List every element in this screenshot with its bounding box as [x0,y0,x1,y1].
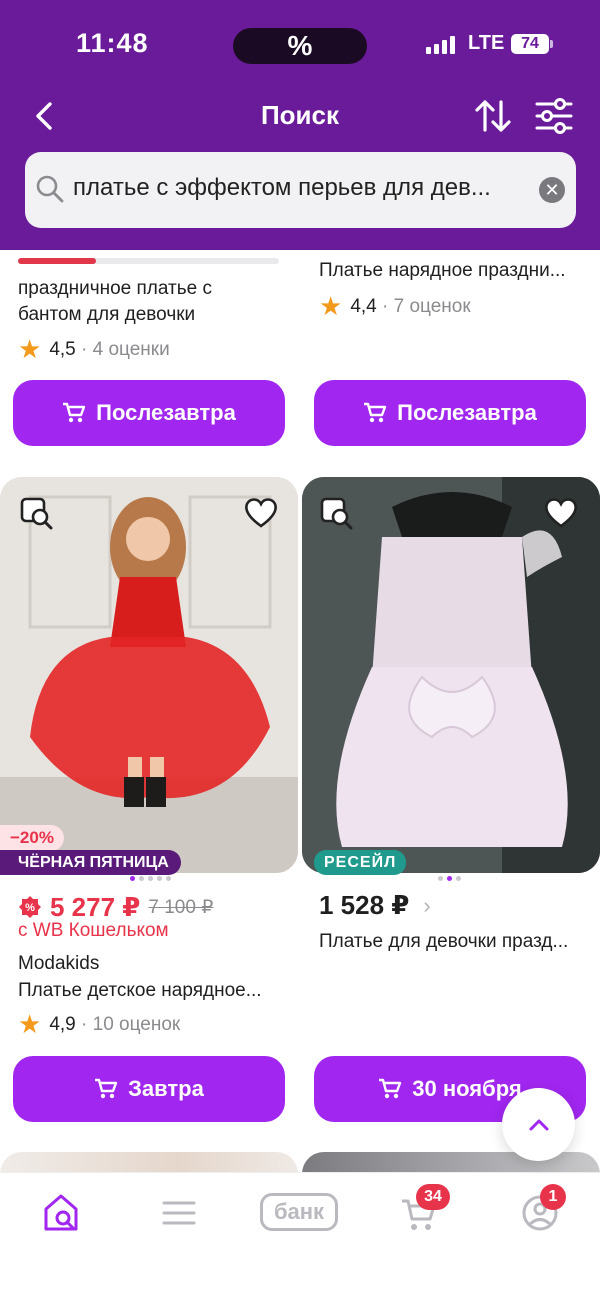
clock: 11:48 [76,28,149,58]
search-input[interactable]: платье с эффектом перьев для дев... [73,174,533,202]
cart-icon [364,402,387,423]
chevron-up-icon [529,1119,548,1130]
pager-dot [438,876,443,881]
pager-dot [139,876,144,881]
review-count: · 4 оценки [81,339,170,360]
cart-icon [379,1078,402,1099]
product-rating: ★ 4,9 · 10 оценок [18,1011,180,1037]
sold-progress-bar [18,258,279,264]
chevron-right-icon: › [423,892,431,918]
pink-dress-photo [302,477,600,873]
product-image[interactable] [0,477,298,873]
cart-icon [63,402,86,423]
product-image[interactable] [302,477,600,873]
pager-dot [456,876,461,881]
svg-text:%: % [25,902,35,914]
cart-icon [95,1078,118,1099]
add-to-cart-button[interactable]: Послезавтра [13,380,285,446]
search-bar[interactable]: платье с эффектом перьев для дев... ✕ [25,152,576,228]
image-pager-dots [438,876,461,882]
pager-dot [130,876,135,881]
similar-search-icon[interactable] [20,497,54,531]
delivery-label: Завтра [128,1076,204,1101]
review-count: · 10 оценок [81,1014,181,1035]
progress-fill [18,258,97,264]
rating-value: 4,4 [350,296,377,317]
similar-search-icon[interactable] [320,497,354,531]
resale-badge: РЕСЕЙЛ [314,850,407,875]
price-row[interactable]: 1 528 ₽ › [319,890,431,921]
rating-value: 4,9 [49,1014,76,1035]
delivery-label: Послезавтра [397,400,537,425]
wallet-note: с WB Кошельком [18,920,169,941]
rating-value: 4,5 [49,339,76,360]
cart-count-badge: 34 [416,1184,450,1210]
scroll-to-top-button[interactable] [502,1088,575,1161]
dynamic-island: % [233,28,367,64]
battery-icon: 74 [511,34,549,54]
price-row: % 5 277 ₽ 7 100 ₽ [18,890,213,924]
home-search-icon[interactable] [42,1191,80,1235]
wallet-discount-icon: % [19,896,41,918]
delivery-label: 30 ноября [412,1076,522,1101]
signal-icon [426,36,458,54]
sort-arrows-icon[interactable] [474,96,512,136]
tab-bar: банк [0,1172,600,1300]
product-rating: ★ 4,5 · 4 оценки [18,336,170,362]
price: 5 277 ₽ [50,891,141,922]
header: 11:48 % LTE 74 Поиск платье с эффектом п… [0,0,600,250]
promo-badge: ЧЁРНАЯ ПЯТНИЦА [0,850,181,875]
clear-search-icon[interactable]: ✕ [539,177,565,203]
profile-notification-badge: 1 [540,1184,566,1210]
add-to-cart-button[interactable]: Завтра [13,1056,285,1122]
battery-tip [550,40,553,48]
product-title-line: праздничное платье с [18,278,212,299]
favorite-heart-icon[interactable] [243,495,279,531]
search-icon [36,175,64,203]
product-title[interactable]: Платье для девочки празд... [319,929,589,955]
pager-dot [148,876,153,881]
review-count: · 7 оценок [382,296,471,317]
star-icon: ★ [319,291,343,321]
pager-dot [447,876,452,881]
pager-dot [157,876,162,881]
product-title[interactable]: Платье детское нарядное... [18,978,288,1004]
add-to-cart-button[interactable]: Послезавтра [314,380,586,446]
red-dress-photo [0,477,298,873]
product-title[interactable]: Платье нарядное праздни... [319,258,589,284]
nav-bar: Поиск [0,90,600,142]
network-type: LTE [468,32,505,54]
bank-icon[interactable]: банк [260,1193,338,1231]
star-icon: ★ [18,334,42,364]
brand-name: Modakids [18,953,100,974]
image-pager-dots [130,876,171,882]
price: 1 528 ₽ [319,890,410,920]
favorite-heart-icon[interactable] [543,495,579,531]
product-title-line: бантом для девочки [18,304,196,325]
star-icon: ★ [18,1009,42,1039]
discount-badge: −20% [0,825,64,851]
app-screen: праздничное платье с бантом для девочки … [0,0,600,1300]
delivery-label: Послезавтра [96,400,236,425]
pager-dot [166,876,171,881]
catalog-icon[interactable] [162,1191,196,1235]
status-bar: 11:48 % LTE 74 [0,0,600,90]
filter-sliders-icon[interactable] [534,96,574,136]
old-price: 7 100 ₽ [148,896,214,918]
product-title[interactable]: праздничное платье с бантом для девочки [18,276,212,328]
product-rating: ★ 4,4 · 7 оценок [319,293,471,319]
